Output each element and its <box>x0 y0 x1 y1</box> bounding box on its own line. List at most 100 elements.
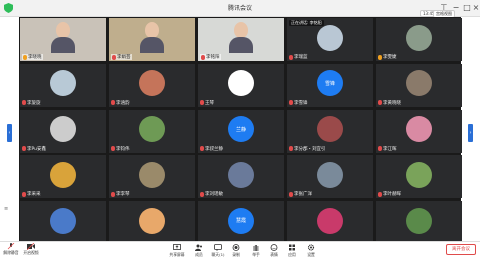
window-title: 腾讯会议 <box>227 5 252 12</box>
participant-tile[interactable]: 李分郡・刘宜引 <box>287 109 373 153</box>
participant-tile[interactable]: 兰静 李叔兰静 <box>198 109 284 153</box>
mic-muted-icon <box>378 100 382 106</box>
participant-name-label: 李李琴 <box>116 192 130 198</box>
avatar <box>50 161 76 188</box>
leave-meeting-button[interactable]: 离开会议 <box>446 244 476 255</box>
participant-name-label: 李叔兰静 <box>205 146 223 152</box>
participant-tile[interactable] <box>376 201 462 245</box>
participant-tile[interactable]: 李李琴 <box>109 155 195 199</box>
settings-button[interactable]: 设置 <box>300 244 322 258</box>
participant-name: 李雪锋 <box>289 100 308 106</box>
mic-muted-icon <box>289 146 293 152</box>
close-icon[interactable]: × <box>470 2 480 14</box>
participant-name: 李黄晓晓 <box>378 100 401 106</box>
record-button[interactable]: 录制 <box>225 244 247 258</box>
host-icon <box>23 54 27 60</box>
mic-muted-icon <box>111 100 115 106</box>
participant-tile[interactable]: 李雯婕 <box>376 18 462 61</box>
avatar <box>50 207 76 234</box>
avatar <box>317 161 343 188</box>
participant-tile[interactable]: 正在讲话: 李铭阳 李瑞蓝 <box>287 18 373 61</box>
mic-muted-icon <box>111 146 115 152</box>
participant-name-label: 李分郡・刘宜引 <box>294 146 326 152</box>
mic-muted-icon <box>22 191 26 197</box>
participant-name: 李Pu安鑫 <box>22 146 46 152</box>
participant-tile[interactable]: 雪锋李雪锋 <box>287 63 373 107</box>
avatar <box>406 161 432 188</box>
participant-name: 王琴 <box>200 100 214 106</box>
avatar <box>50 70 76 97</box>
initials-avatar: 雪锋 <box>317 70 343 97</box>
avatar <box>139 116 165 143</box>
avatar <box>406 207 432 234</box>
participant-name: 李叔兰静 <box>200 146 223 152</box>
participant-name-label: 李黄晓晓 <box>383 100 401 106</box>
avatar <box>228 161 254 188</box>
participant-name-label: 李娟芸 <box>117 55 131 60</box>
bottom-toolbar: 解除静音 开启视频 共享屏幕 成员 聊天(1) 录制 举手 表情 应用 设置 离… <box>0 241 480 258</box>
participant-tile[interactable]: 李黄晓晓 <box>376 63 462 107</box>
mic-muted-icon <box>22 100 26 106</box>
prev-page-button[interactable]: ‹ <box>7 124 12 142</box>
participant-tile[interactable]: 李采采 <box>20 155 106 199</box>
participant-tile[interactable]: 李张广洋 <box>287 155 373 199</box>
unmute-button[interactable]: 解除静音 <box>2 243 20 256</box>
participant-tile[interactable]: 李叶赫晖 <box>376 155 462 199</box>
participant-grid: 李晓晓 李娟芸 李铭阳 正在讲话: 李铭阳 李瑞蓝 李雯婕 李旋旋 李涵韵 王琴 雪锋 李雪锋 李黄晓… <box>19 17 462 245</box>
avatar <box>317 116 343 143</box>
avatar <box>406 116 432 143</box>
participant-video <box>228 22 254 56</box>
participant-tile[interactable]: 李Pu安鑫 <box>20 109 106 153</box>
participant-tile[interactable] <box>287 201 373 245</box>
participant-name: 李娟芸 <box>111 54 132 60</box>
mic-muted-icon <box>200 146 204 152</box>
participant-name: 李张广洋 <box>289 191 312 197</box>
smile-icon <box>270 244 278 251</box>
avatar <box>139 161 165 188</box>
avatar <box>317 207 343 234</box>
participant-tile[interactable]: 李旋旋 <box>20 63 106 107</box>
avatar <box>139 70 165 97</box>
participant-name: 李分郡・刘宜引 <box>289 146 326 152</box>
chat-icon <box>214 244 222 251</box>
participant-tile[interactable]: 慧霞 <box>198 201 284 245</box>
participant-tile[interactable]: 李晓晓 <box>20 18 106 61</box>
speaking-caption: 正在讲话: 李铭阳 <box>289 20 324 26</box>
participant-name: 李旋旋 <box>22 100 41 106</box>
participant-name: 李江晖 <box>378 146 397 152</box>
next-page-button[interactable]: › <box>468 124 473 142</box>
participant-name-label: 李叶赫晖 <box>383 192 401 198</box>
avatar <box>406 24 432 51</box>
menu-icon[interactable]: ≡ <box>4 206 12 212</box>
camera-off-icon <box>27 243 35 250</box>
apps-icon <box>289 244 295 251</box>
participant-name-label: 李铭阳 <box>206 55 220 60</box>
participant-name: 李铭阳 <box>200 54 221 60</box>
participant-name: 李采采 <box>22 191 41 197</box>
start-video-button[interactable]: 开启视频 <box>22 243 40 256</box>
members-icon <box>195 244 202 251</box>
participant-name-label: 李涵韵 <box>116 100 130 106</box>
participant-tile[interactable]: 王琴 <box>198 63 284 107</box>
avatar <box>228 70 254 97</box>
mic-muted-icon <box>112 54 116 60</box>
participant-tile[interactable] <box>109 201 195 245</box>
share-screen-button[interactable]: 共享屏幕 <box>166 244 188 258</box>
share-screen-icon <box>173 244 181 250</box>
participant-tile[interactable]: 李刘瑶敏 <box>198 155 284 199</box>
participant-tile[interactable]: 李涵韵 <box>109 63 195 107</box>
participant-tile[interactable]: 李娟芸 <box>109 18 195 61</box>
participant-name-label: 李雯婕 <box>383 55 397 60</box>
mic-off-icon <box>7 243 15 250</box>
participant-name-label: 李刘瑶敏 <box>205 192 223 198</box>
participant-tile[interactable]: 李钧伟 <box>109 109 195 153</box>
participant-tile[interactable] <box>20 201 106 245</box>
mic-muted-icon <box>200 100 204 106</box>
participant-name: 李刘瑶敏 <box>200 191 223 197</box>
participant-tile[interactable]: 李铭阳 <box>198 18 284 61</box>
participant-name-label: 李晓晓 <box>28 55 42 60</box>
participant-name: 李瑞蓝 <box>289 54 308 60</box>
participant-tile[interactable]: 李江晖 <box>376 109 462 153</box>
mic-muted-icon <box>378 146 382 152</box>
mic-muted-icon <box>111 191 115 197</box>
